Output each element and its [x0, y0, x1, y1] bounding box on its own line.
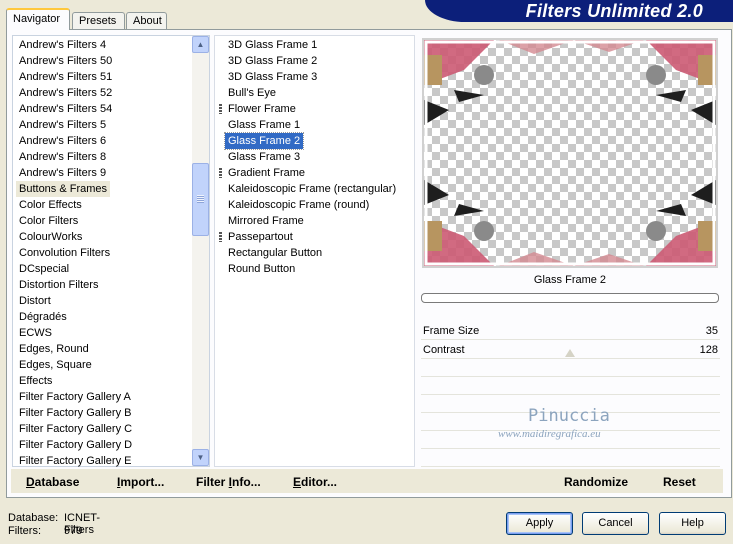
category-item[interactable]: Color Filters [16, 213, 81, 229]
category-item[interactable]: Edges, Square [16, 357, 95, 373]
category-item[interactable]: Andrew's Filters 54 [16, 101, 115, 117]
database-button[interactable]: Database [26, 475, 79, 489]
watermark-name: Pinuccia [528, 406, 610, 426]
category-item[interactable]: Andrew's Filters 50 [16, 53, 115, 69]
filter-item[interactable]: 3D Glass Frame 2 [225, 53, 320, 69]
filter-item[interactable]: Rectangular Button [225, 245, 325, 261]
category-item[interactable]: Distortion Filters [16, 277, 101, 293]
status-database: Database: ICNET-Filters [8, 512, 100, 536]
param-value: 128 [699, 344, 718, 356]
category-item[interactable]: Effects [16, 373, 55, 389]
title-banner: Filters Unlimited 2.0 [425, 0, 733, 22]
category-item[interactable]: Filter Factory Gallery C [16, 421, 135, 437]
category-item[interactable]: DCspecial [16, 261, 72, 277]
scroll-up-button[interactable]: ▲ [192, 36, 209, 53]
filter-item[interactable]: Glass Frame 1 [225, 117, 303, 133]
category-item[interactable]: Andrew's Filters 51 [16, 69, 115, 85]
randomize-button[interactable]: Randomize [564, 475, 628, 489]
accel-key: E [293, 475, 302, 489]
category-item[interactable]: Andrew's Filters 5 [16, 117, 109, 133]
progress-bar [421, 293, 719, 303]
category-item[interactable]: Filter Factory Gallery A [16, 389, 134, 405]
category-item[interactable]: Andrew's Filters 52 [16, 85, 115, 101]
param-value: 35 [705, 325, 718, 337]
category-scrollbar[interactable]: ▲ ▼ [192, 36, 209, 466]
category-item[interactable]: Filter Factory Gallery B [16, 405, 134, 421]
tab-navigator[interactable]: Navigator [6, 8, 70, 30]
category-item[interactable]: ColourWorks [16, 229, 85, 245]
import-button[interactable]: Import... [117, 475, 164, 489]
reset-button[interactable]: Reset [663, 475, 696, 489]
filter-item[interactable]: Mirrored Frame [225, 213, 307, 229]
category-item[interactable]: Andrew's Filters 9 [16, 165, 109, 181]
param-contrast[interactable]: Contrast 128 [421, 341, 720, 359]
category-item[interactable]: Andrew's Filters 6 [16, 133, 109, 149]
button-label: atabase [34, 475, 80, 489]
category-item[interactable]: Filter Factory Gallery D [16, 437, 135, 453]
preview-image [422, 38, 718, 268]
filter-item[interactable]: 3D Glass Frame 1 [225, 37, 320, 53]
filter-item[interactable]: Glass Frame 3 [225, 149, 303, 165]
filter-item[interactable]: Passepartout [225, 229, 296, 245]
group-grip-icon [219, 104, 222, 114]
filter-item[interactable]: Gradient Frame [225, 165, 308, 181]
app-title: Filters Unlimited 2.0 [525, 1, 703, 21]
filter-item[interactable]: Kaleidoscopic Frame (rectangular) [225, 181, 399, 197]
filter-list[interactable]: 3D Glass Frame 1 3D Glass Frame 2 3D Glass… [214, 35, 415, 467]
group-grip-icon [219, 232, 222, 242]
filter-item[interactable]: Kaleidoscopic Frame (round) [225, 197, 372, 213]
watermark-url: www.maidiregrafica.eu [498, 428, 601, 440]
filter-item[interactable]: Flower Frame [225, 101, 299, 117]
slider-thumb[interactable] [565, 349, 575, 357]
accel-key: D [26, 475, 35, 489]
status-label: Database: [8, 512, 59, 524]
chevron-down-icon: ▼ [196, 453, 205, 462]
tab-about[interactable]: About [126, 12, 167, 30]
category-item[interactable]: Andrew's Filters 4 [16, 37, 109, 53]
category-item[interactable]: Andrew's Filters 8 [16, 149, 109, 165]
filter-info-button[interactable]: Filter Info... [196, 475, 261, 489]
group-grip-icon [219, 168, 222, 178]
empty-param-row [421, 378, 720, 395]
preview-caption: Glass Frame 2 [533, 274, 607, 286]
category-item[interactable]: Edges, Round [16, 341, 92, 357]
filter-item[interactable]: 3D Glass Frame 3 [225, 69, 320, 85]
param-label: Contrast [423, 344, 465, 356]
category-item[interactable]: ECWS [16, 325, 55, 341]
empty-param-row [421, 360, 720, 377]
param-label: Frame Size [423, 325, 480, 337]
button-label: nfo... [232, 475, 261, 489]
scroll-down-button[interactable]: ▼ [192, 449, 209, 466]
param-frame-size[interactable]: Frame Size 35 [421, 322, 720, 340]
category-item[interactable]: Color Effects [16, 197, 85, 213]
cancel-button[interactable]: Cancel [582, 512, 649, 535]
frame-preview-graphic [424, 40, 716, 266]
status-label: Filters: [8, 525, 41, 537]
apply-button[interactable]: Apply [506, 512, 573, 535]
editor-button[interactable]: Editor... [293, 475, 337, 489]
status-value: 979 [64, 525, 83, 537]
button-label: mport... [120, 475, 165, 489]
filter-item[interactable]: Round Button [225, 261, 298, 277]
scroll-thumb[interactable] [192, 163, 209, 236]
category-item[interactable]: Dégradés [16, 309, 70, 325]
category-item[interactable]: Buttons & Frames [16, 181, 111, 197]
chevron-up-icon: ▲ [196, 40, 205, 49]
filter-item[interactable]: Bull's Eye [225, 85, 279, 101]
button-label: ditor... [301, 475, 338, 489]
category-item[interactable]: Convolution Filters [16, 245, 113, 261]
bottom-toolbar: Database Import... Filter Info... Editor… [11, 469, 723, 493]
category-item[interactable]: Filter Factory Gallery E [16, 453, 134, 469]
empty-param-row [421, 450, 720, 467]
category-list[interactable]: Andrew's Filters 4 Andrew's Filters 50 And… [12, 35, 210, 467]
tab-presets[interactable]: Presets [72, 12, 125, 30]
button-label: Filter [196, 475, 229, 489]
help-button[interactable]: Help [659, 512, 726, 535]
status-filters: Filters: 979 [8, 525, 82, 537]
filter-item[interactable]: Glass Frame 2 [223, 132, 305, 150]
category-item[interactable]: Distort [16, 293, 54, 309]
